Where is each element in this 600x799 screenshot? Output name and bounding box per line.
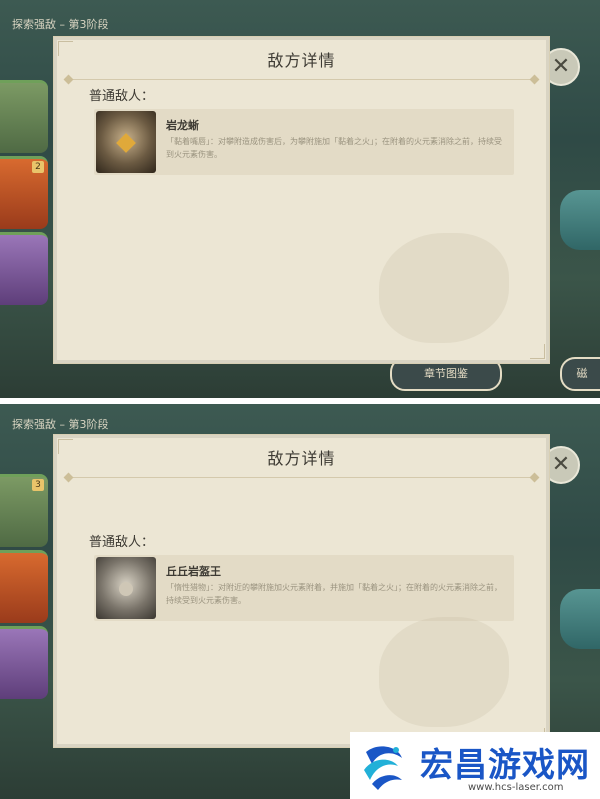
right-edge-button[interactable]: 磁 (560, 357, 600, 391)
enemy-description: 「黏着嘴唇」：对攀附造成伤害后，为攀附施加「黏着之火」；在附着的火元素消除之前，… (166, 137, 502, 159)
title-divider (68, 477, 535, 478)
background-decoration (379, 233, 509, 343)
stage-header: 探索强敌 – 第3阶段 (12, 18, 109, 31)
enemy-card-side[interactable]: 3 (0, 474, 48, 547)
stage-header: 探索强敌 – 第3阶段 (12, 418, 109, 431)
enemy-details-dialog: 敌方详情 普通敌人： 丘丘岩盔王 「惰性猎物」：对附近的攀附施加火元素附着，并施… (53, 434, 550, 748)
site-url: www.hcs-laser.com (468, 782, 564, 793)
mask-icon (119, 582, 133, 596)
title-divider (68, 79, 535, 80)
enemy-card-side[interactable] (0, 626, 48, 699)
enemy-description: 「惰性猎物」：对附近的攀附施加火元素附着，并施加「黏着之火」；在附着的火元素消除… (166, 583, 502, 605)
enemy-card-side[interactable] (0, 232, 48, 305)
character-avatar (560, 589, 600, 649)
character-avatar (560, 190, 600, 250)
enemy-name: 岩龙蜥 (166, 119, 199, 132)
background-decoration (379, 617, 509, 727)
site-title: 宏昌游戏网 (420, 745, 590, 784)
site-logo-icon (364, 746, 402, 790)
site-watermark: 宏昌游戏网 www.hcs-laser.com (350, 732, 600, 799)
count-badge: 2 (32, 161, 44, 173)
dialog-title: 敌方详情 (267, 51, 336, 70)
enemy-portrait (96, 111, 156, 173)
enemy-name: 丘丘岩盔王 (166, 565, 221, 578)
count-badge: 3 (32, 479, 44, 491)
enemy-entry[interactable]: 丘丘岩盔王 「惰性猎物」：对附近的攀附施加火元素附着，并施加「黏着之火」；在附着… (94, 555, 514, 621)
section-label: 普通敌人： (89, 89, 155, 104)
dialog-title: 敌方详情 (267, 449, 336, 468)
enemy-card-side[interactable] (0, 550, 48, 623)
game-screenshot-top: 探索强敌 – 第3阶段 2 ✕ 章节图鉴 磁 敌方详情 普通敌人： 岩龙蜥 「黏… (0, 0, 600, 398)
section-label: 普通敌人： (89, 535, 155, 550)
enemy-card-side[interactable]: 2 (0, 156, 48, 229)
enemy-card-side[interactable] (0, 80, 48, 153)
enemy-entry[interactable]: 岩龙蜥 「黏着嘴唇」：对攀附造成伤害后，为攀附施加「黏着之火」；在附着的火元素消… (94, 109, 514, 175)
gem-icon (116, 133, 136, 153)
enemy-details-dialog: 敌方详情 普通敌人： 岩龙蜥 「黏着嘴唇」：对攀附造成伤害后，为攀附施加「黏着之… (53, 36, 550, 364)
enemy-portrait (96, 557, 156, 619)
